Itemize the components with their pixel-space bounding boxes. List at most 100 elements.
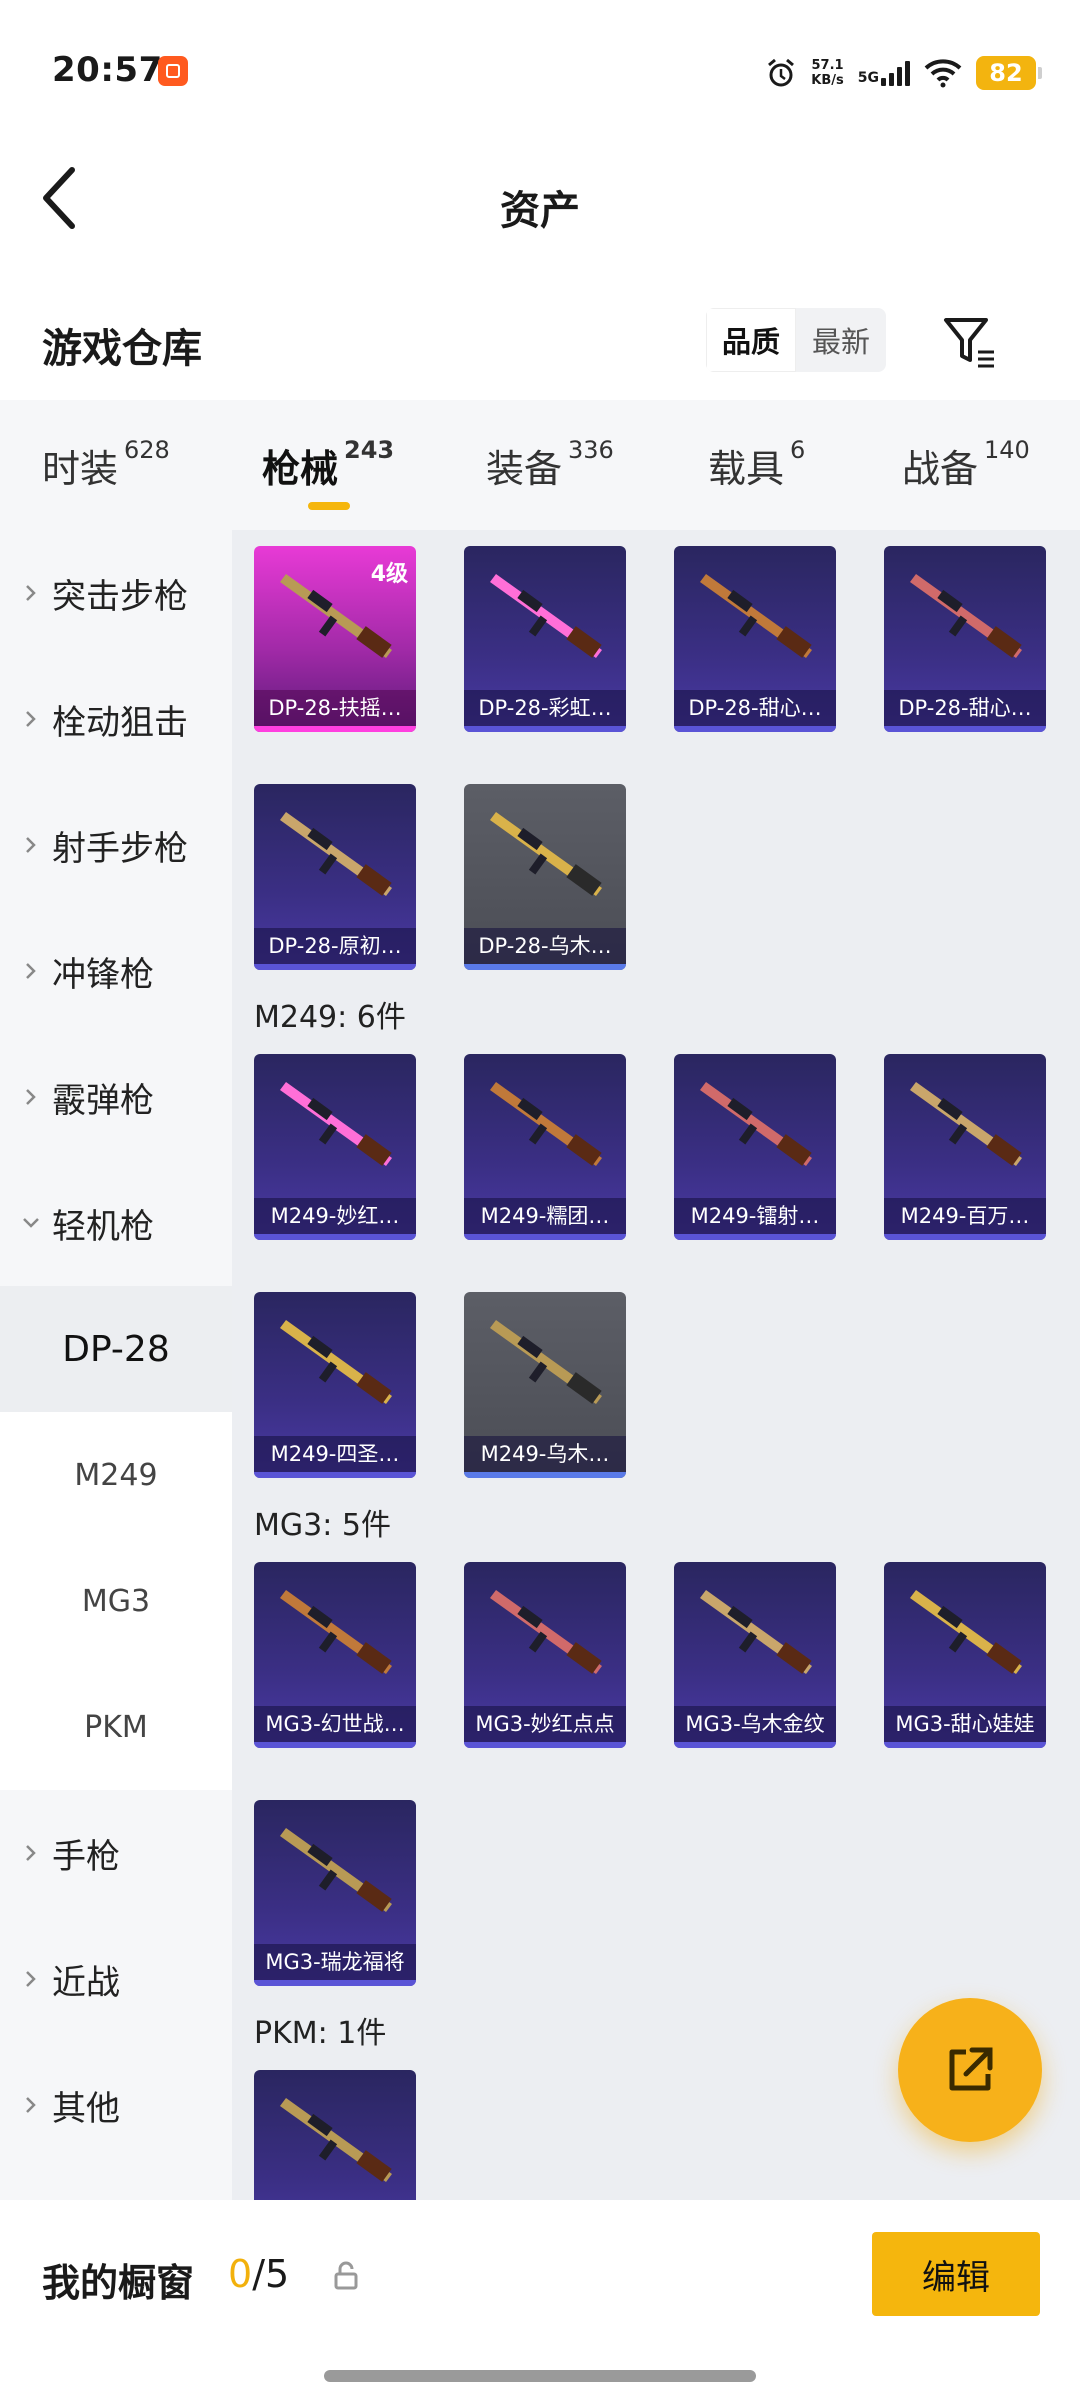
rarity-bar <box>464 1742 626 1748</box>
skin-card[interactable]: DP-28-原初… <box>254 784 416 970</box>
rarity-bar <box>884 1234 1046 1240</box>
sidebar-item-bolt-sniper[interactable]: 栓动狙击 <box>0 656 232 782</box>
skin-card[interactable]: M249-镭射… <box>674 1054 836 1240</box>
sidebar-item-lmg[interactable]: 轻机枪 <box>0 1160 232 1286</box>
tab-supplies[interactable]: 战备 140 <box>902 436 1030 493</box>
sort-newest-button[interactable]: 最新 <box>796 308 886 372</box>
home-indicator <box>324 2370 756 2382</box>
skin-name: MG3-乌木金纹 <box>674 1706 836 1742</box>
skin-name: MG3-幻世战… <box>254 1706 416 1742</box>
sort-toggle: 品质 最新 <box>706 308 886 372</box>
weapon-skin-grid: 4级 DP-28-扶摇… DP-28-彩虹… DP-28-甜心… DP-28-甜心… DP… <box>232 530 1080 2200</box>
showcase-label: 我的橱窗 <box>42 2261 195 2305</box>
gun-icon <box>700 1590 812 1674</box>
app-notification-icon <box>158 56 188 86</box>
skin-card[interactable]: M249-百万… <box>884 1054 1046 1240</box>
active-tab-indicator <box>308 502 350 510</box>
tab-equipment[interactable]: 装备 336 <box>486 436 614 493</box>
gun-icon <box>490 1590 602 1674</box>
skin-card[interactable]: DP-28-甜心… <box>884 546 1046 732</box>
chevron-right-icon <box>26 963 36 979</box>
gun-icon <box>700 1082 812 1166</box>
skin-name: DP-28-甜心… <box>884 690 1046 726</box>
showcase-count: 0/5 <box>228 2252 290 2296</box>
skin-card[interactable]: DP-28-彩虹… <box>464 546 626 732</box>
chevron-right-icon <box>26 837 36 853</box>
rarity-bar <box>464 726 626 732</box>
skin-name: MG3-瑞龙福将 <box>254 1944 416 1980</box>
skin-card[interactable]: MG3-幻世战… <box>254 1562 416 1748</box>
gun-icon <box>280 1828 392 1912</box>
sidebar-sub-dp28[interactable]: DP-28 <box>0 1286 232 1412</box>
skin-card[interactable]: MG3-乌木金纹 <box>674 1562 836 1748</box>
share-fab-button[interactable] <box>898 1998 1042 2142</box>
sidebar-item-other[interactable]: 其他 <box>0 2042 232 2168</box>
skin-name: DP-28-扶摇… <box>254 690 416 726</box>
sidebar-item-smg[interactable]: 冲锋枪 <box>0 908 232 1034</box>
gun-icon <box>700 574 812 658</box>
skin-card[interactable]: MG3-妙红点点 <box>464 1562 626 1748</box>
skin-name: M249-镭射… <box>674 1198 836 1234</box>
category-tabs: 时装 628 枪械 243 装备 336 载具 6 战备 140 <box>0 400 1080 530</box>
wifi-icon <box>924 59 962 88</box>
status-bar: 20:57 57.1 KB/s 5G 82 <box>0 0 1080 140</box>
alarm-icon <box>768 58 795 87</box>
skin-card[interactable]: M249-妙红… <box>254 1054 416 1240</box>
skin-name: M249-糯团… <box>464 1198 626 1234</box>
rarity-bar <box>674 1234 836 1240</box>
skin-name: M249-百万… <box>884 1198 1046 1234</box>
filter-icon[interactable] <box>940 312 1000 372</box>
rarity-bar <box>464 964 626 970</box>
skin-name: MG3-妙红点点 <box>464 1706 626 1742</box>
gun-icon <box>490 1082 602 1166</box>
skin-name: DP-28-彩虹… <box>464 690 626 726</box>
network-type: 5G <box>857 70 879 86</box>
top-header: 资产 <box>0 140 1080 260</box>
skin-card[interactable]: 4级 DP-28-扶摇… <box>254 546 416 732</box>
gun-icon <box>490 812 602 896</box>
gun-icon <box>280 1082 392 1166</box>
tab-fashion[interactable]: 时装 628 <box>42 436 170 493</box>
level-badge: 4级 <box>370 562 408 587</box>
skin-card[interactable] <box>254 2070 416 2200</box>
sidebar-sub-m249[interactable]: M249 <box>0 1412 232 1538</box>
battery-indicator: 82 <box>976 56 1042 90</box>
skin-name: DP-28-原初… <box>254 928 416 964</box>
warehouse-label: 游戏仓库 <box>42 326 202 372</box>
tab-firearms[interactable]: 枪械 243 <box>262 436 394 510</box>
rarity-bar <box>254 726 416 732</box>
skin-name: DP-28-甜心… <box>674 690 836 726</box>
sidebar-item-assault-rifle[interactable]: 突击步枪 <box>0 530 232 656</box>
tab-vehicles[interactable]: 载具 6 <box>708 436 805 493</box>
chevron-right-icon <box>26 711 36 727</box>
skin-card[interactable]: MG3-瑞龙福将 <box>254 1800 416 1986</box>
skin-card[interactable]: M249-糯团… <box>464 1054 626 1240</box>
chevron-right-icon <box>26 1971 36 1987</box>
skin-card[interactable]: MG3-甜心娃娃 <box>884 1562 1046 1748</box>
rarity-bar <box>674 1742 836 1748</box>
edit-button[interactable]: 编辑 <box>872 2232 1040 2316</box>
chevron-down-icon <box>23 1218 39 1228</box>
sidebar-item-shotgun[interactable]: 霰弹枪 <box>0 1034 232 1160</box>
sidebar-item-marksman-rifle[interactable]: 射手步枪 <box>0 782 232 908</box>
rarity-bar <box>254 964 416 970</box>
skin-card[interactable]: DP-28-甜心… <box>674 546 836 732</box>
sidebar-sub-pkm[interactable]: PKM <box>0 1664 232 1790</box>
warehouse-row: 游戏仓库 品质 最新 <box>0 290 1080 390</box>
status-icons: 57.1 KB/s 5G 82 <box>765 50 1042 96</box>
rarity-bar <box>464 1472 626 1478</box>
chevron-right-icon <box>26 1845 36 1861</box>
rarity-bar <box>884 726 1046 732</box>
skin-card[interactable]: M249-乌木… <box>464 1292 626 1478</box>
skin-name: MG3-甜心娃娃 <box>884 1706 1046 1742</box>
skin-card[interactable]: M249-四圣… <box>254 1292 416 1478</box>
sidebar-sub-mg3[interactable]: MG3 <box>0 1538 232 1664</box>
sidebar-item-pistol[interactable]: 手枪 <box>0 1790 232 1916</box>
skin-card[interactable]: DP-28-乌木… <box>464 784 626 970</box>
skin-name: M249-乌木… <box>464 1436 626 1472</box>
sidebar-item-melee[interactable]: 近战 <box>0 1916 232 2042</box>
gun-icon <box>280 1320 392 1404</box>
sort-quality-button[interactable]: 品质 <box>706 308 796 372</box>
rarity-bar <box>674 726 836 732</box>
chevron-right-icon <box>26 1089 36 1105</box>
